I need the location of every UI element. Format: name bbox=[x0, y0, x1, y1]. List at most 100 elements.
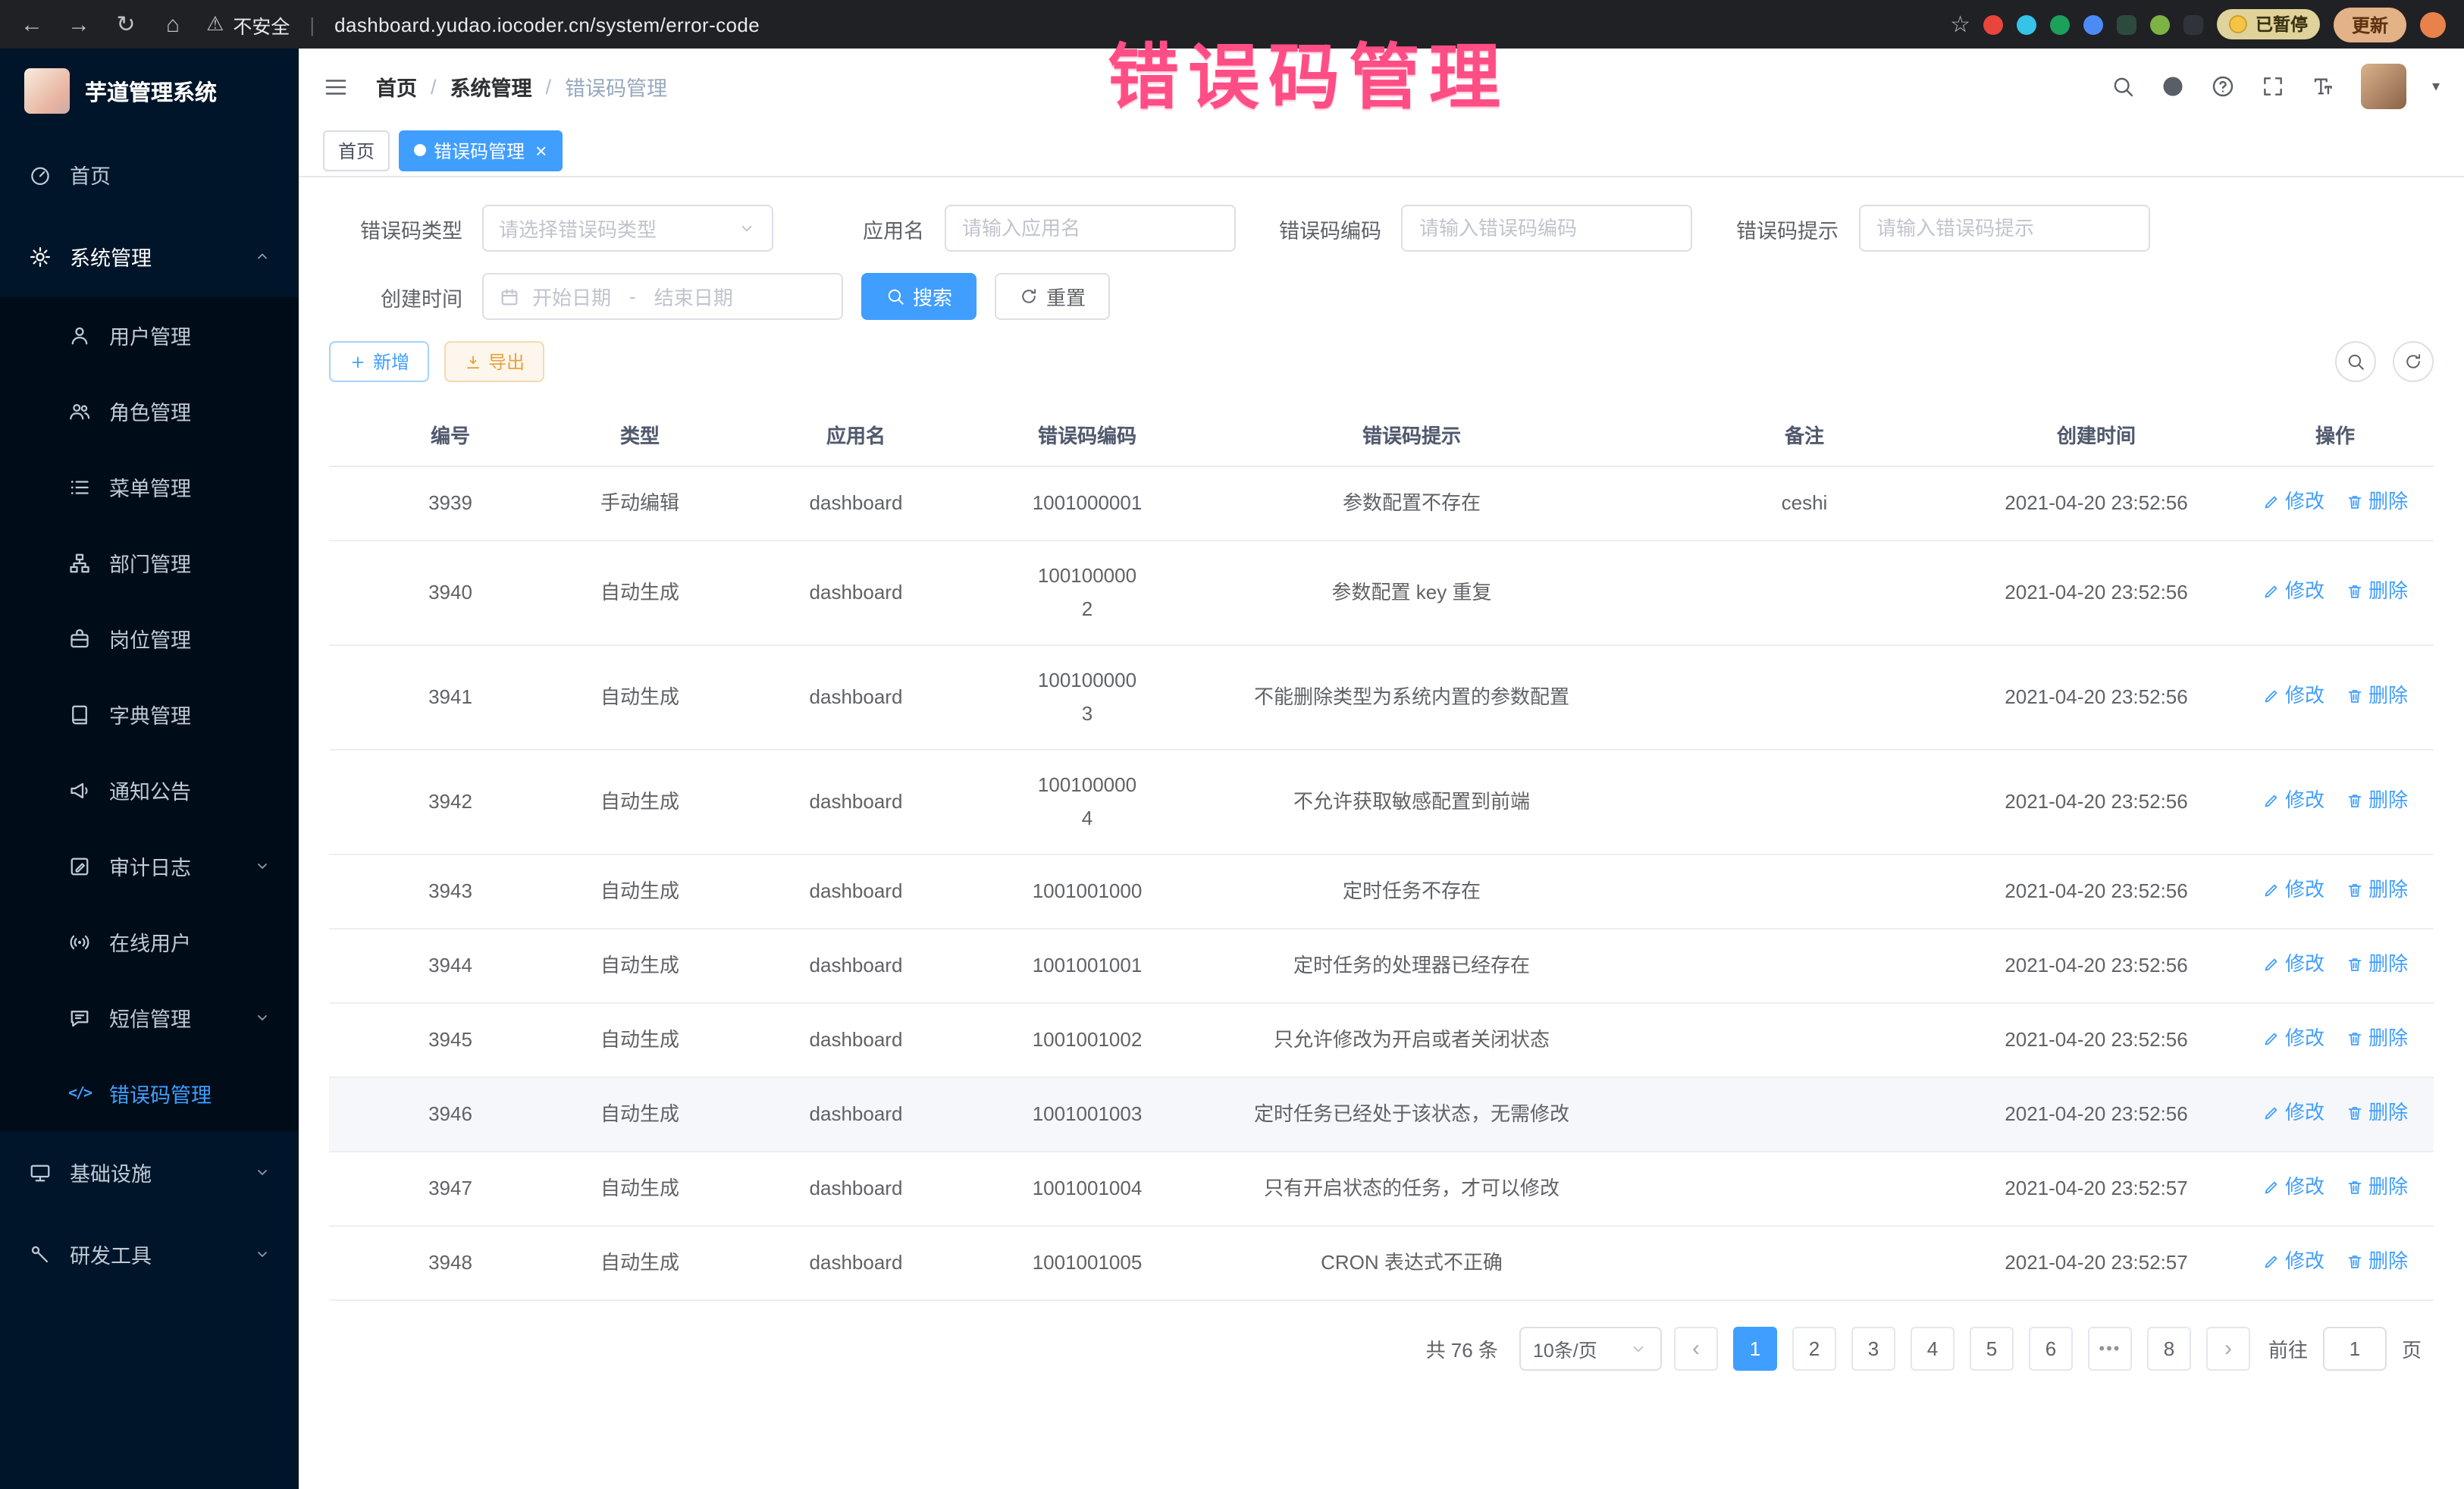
help-icon[interactable] bbox=[2211, 74, 2235, 99]
font-size-icon[interactable] bbox=[2311, 74, 2335, 99]
page-button-5[interactable]: 5 bbox=[1970, 1327, 2014, 1371]
github-icon[interactable] bbox=[2161, 74, 2185, 99]
error-code-input[interactable] bbox=[1401, 205, 1692, 252]
cell-type: 自动生成 bbox=[572, 750, 708, 854]
sidebar-item-post[interactable]: 岗位管理 bbox=[0, 600, 299, 676]
page-button-6[interactable]: 6 bbox=[2029, 1327, 2073, 1371]
sidebar-item-infra[interactable]: 基础设施 bbox=[0, 1131, 299, 1213]
edit-link[interactable]: 修改 bbox=[2262, 948, 2324, 981]
delete-link[interactable]: 删除 bbox=[2346, 948, 2408, 981]
hamburger-icon[interactable] bbox=[323, 74, 349, 99]
extension-icon[interactable] bbox=[2017, 14, 2037, 34]
error-hint-input[interactable] bbox=[1858, 205, 2149, 252]
edit-link[interactable]: 修改 bbox=[2262, 1096, 2324, 1130]
signal-icon bbox=[67, 930, 92, 953]
edit-link[interactable]: 修改 bbox=[2262, 1171, 2324, 1204]
pager-ellipsis[interactable]: ••• bbox=[2088, 1327, 2132, 1371]
screen: ← → ↻ ⌂ ⚠ 不安全 | dashboard.yudao.iocoder.… bbox=[0, 0, 2464, 1489]
page-button-1[interactable]: 1 bbox=[1733, 1327, 1777, 1371]
forward-icon[interactable]: → bbox=[65, 11, 92, 37]
breadcrumb-item[interactable]: 系统管理 bbox=[450, 71, 532, 102]
bookmark-star-icon[interactable]: ☆ bbox=[1950, 11, 1970, 38]
refresh-button[interactable] bbox=[2393, 341, 2434, 382]
delete-link[interactable]: 删除 bbox=[2346, 679, 2408, 713]
search-icon[interactable] bbox=[2111, 74, 2135, 99]
page-button-3[interactable]: 3 bbox=[1851, 1327, 1895, 1371]
reload-icon[interactable]: ↻ bbox=[112, 11, 140, 38]
sidebar-item-sms[interactable]: 短信管理 bbox=[0, 980, 299, 1055]
sidebar-item-notice[interactable]: 通知公告 bbox=[0, 752, 299, 828]
page-button-8[interactable]: 8 bbox=[2147, 1327, 2191, 1371]
delete-link[interactable]: 删除 bbox=[2346, 873, 2408, 907]
sidebar-item-home[interactable]: 首页 bbox=[0, 133, 299, 215]
date-range-picker[interactable]: 开始日期 - 结束日期 bbox=[482, 273, 843, 320]
page-button-4[interactable]: 4 bbox=[1911, 1327, 1955, 1371]
user-avatar[interactable] bbox=[2361, 64, 2406, 109]
caret-down-icon[interactable]: ▾ bbox=[2432, 78, 2440, 95]
security-chip[interactable]: ⚠ 不安全 bbox=[206, 10, 290, 39]
sidebar-item-menu[interactable]: 菜单管理 bbox=[0, 449, 299, 525]
sidebar-item-audit-log[interactable]: 审计日志 bbox=[0, 828, 299, 904]
back-icon[interactable]: ← bbox=[18, 11, 45, 37]
extension-icon[interactable] bbox=[2151, 14, 2171, 34]
app-name-input[interactable] bbox=[944, 205, 1235, 252]
extension-icon[interactable] bbox=[2051, 14, 2071, 34]
delete-link[interactable]: 删除 bbox=[2346, 1022, 2408, 1055]
delete-link[interactable]: 删除 bbox=[2346, 1171, 2408, 1204]
search-button[interactable]: 搜索 bbox=[861, 273, 977, 320]
table-row: 3944自动生成dashboard1001001001定时任务的处理器已经存在2… bbox=[329, 929, 2434, 1003]
url-text[interactable]: dashboard.yudao.iocoder.cn/system/error-… bbox=[334, 13, 760, 36]
delete-link[interactable]: 删除 bbox=[2346, 485, 2408, 519]
reset-button[interactable]: 重置 bbox=[995, 273, 1110, 320]
home-icon[interactable]: ⌂ bbox=[159, 11, 187, 37]
sidebar-item-user[interactable]: 用户管理 bbox=[0, 297, 299, 373]
edit-icon bbox=[67, 854, 92, 877]
delete-link[interactable]: 删除 bbox=[2346, 1096, 2408, 1130]
sidebar-item-dict[interactable]: 字典管理 bbox=[0, 676, 299, 752]
sidebar-item-label: 岗位管理 bbox=[109, 623, 191, 654]
page-button-2[interactable]: 2 bbox=[1792, 1327, 1836, 1371]
tab-error-code[interactable]: 错误码管理 × bbox=[399, 130, 562, 171]
prev-page-button[interactable]: ‹ bbox=[1674, 1327, 1718, 1371]
error-type-select[interactable]: 请选择错误码类型 bbox=[482, 205, 773, 252]
page-size-select[interactable]: 10条/页 bbox=[1519, 1327, 1662, 1371]
edit-link[interactable]: 修改 bbox=[2262, 873, 2324, 907]
sidebar-item-error-code[interactable]: </>错误码管理 bbox=[0, 1055, 299, 1131]
extension-icon[interactable] bbox=[2084, 14, 2104, 34]
sidebar-item-dept[interactable]: 部门管理 bbox=[0, 525, 299, 600]
browser-profile-avatar[interactable] bbox=[2420, 11, 2446, 37]
breadcrumb-item[interactable]: 首页 bbox=[376, 71, 417, 102]
edit-link[interactable]: 修改 bbox=[2262, 679, 2324, 713]
goto-page-input[interactable] bbox=[2323, 1327, 2387, 1371]
cell-code: 100100000 4 bbox=[1004, 750, 1171, 854]
delete-link[interactable]: 删除 bbox=[2346, 784, 2408, 817]
sidebar-item-dev-tool[interactable]: 研发工具 bbox=[0, 1213, 299, 1295]
extension-icon[interactable] bbox=[2118, 14, 2137, 34]
fullscreen-icon[interactable] bbox=[2261, 74, 2285, 99]
sidebar-item-label: 在线用户 bbox=[109, 926, 191, 957]
edit-link[interactable]: 修改 bbox=[2262, 1245, 2324, 1278]
delete-link[interactable]: 删除 bbox=[2346, 1245, 2408, 1278]
update-button[interactable]: 更新 bbox=[2334, 7, 2406, 42]
edit-link[interactable]: 修改 bbox=[2262, 1022, 2324, 1055]
sidebar-item-online-user[interactable]: 在线用户 bbox=[0, 904, 299, 980]
next-page-button[interactable]: › bbox=[2206, 1327, 2250, 1371]
topbar-actions: ▾ bbox=[2111, 64, 2440, 109]
extension-icon[interactable] bbox=[2184, 14, 2204, 34]
sidebar-item-system[interactable]: 系统管理 bbox=[0, 215, 299, 297]
error-hint-label: 错误码提示 bbox=[1736, 213, 1839, 243]
edit-link[interactable]: 修改 bbox=[2262, 784, 2324, 817]
tab-label: 错误码管理 bbox=[434, 137, 525, 163]
edit-link[interactable]: 修改 bbox=[2262, 575, 2324, 608]
search-toggle-button[interactable] bbox=[2335, 341, 2376, 382]
edit-link[interactable]: 修改 bbox=[2262, 485, 2324, 519]
add-button[interactable]: 新增 bbox=[329, 341, 429, 382]
extension-icon[interactable] bbox=[1984, 14, 2004, 34]
sidebar-item-role[interactable]: 角色管理 bbox=[0, 373, 299, 449]
security-label: 不安全 bbox=[233, 10, 290, 39]
close-icon[interactable]: × bbox=[535, 139, 547, 161]
export-button[interactable]: 导出 bbox=[444, 341, 544, 382]
tab-home[interactable]: 首页 bbox=[323, 130, 390, 171]
paused-badge[interactable]: 已暂停 bbox=[2218, 9, 2320, 39]
delete-link[interactable]: 删除 bbox=[2346, 575, 2408, 608]
